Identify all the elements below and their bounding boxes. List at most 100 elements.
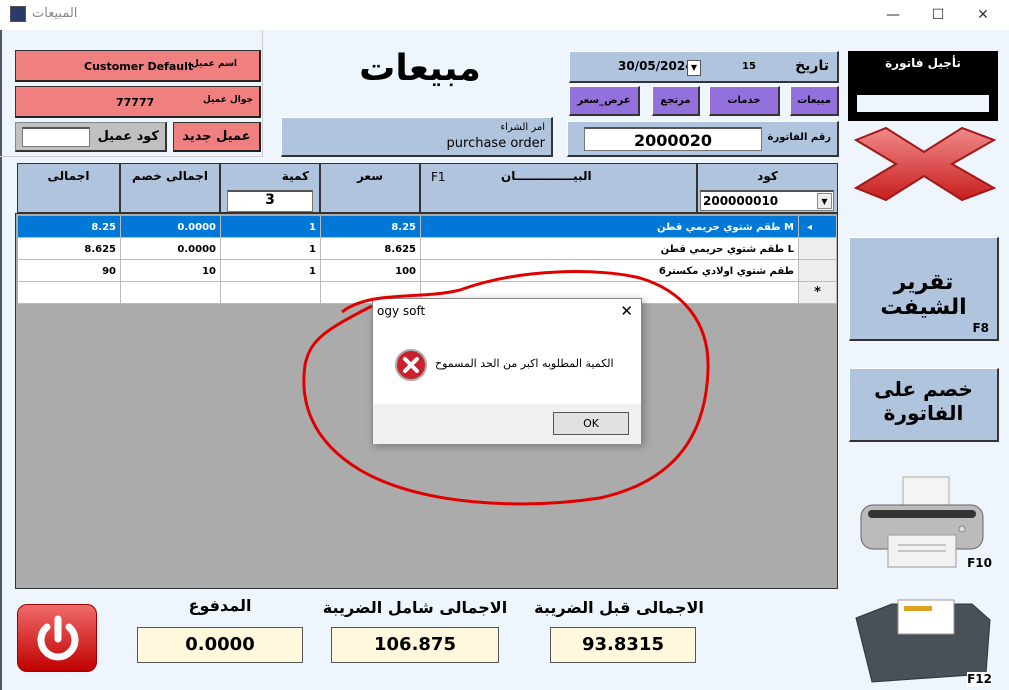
date-value[interactable]: 30/05/2024 <box>618 59 694 73</box>
cell-price: 8.625 <box>321 238 421 260</box>
customer-code-label: كود عميل <box>97 129 159 144</box>
cell-qty: 1 <box>221 238 321 260</box>
type-services-button[interactable]: خدمات <box>709 86 780 116</box>
cell-price: 100 <box>321 260 421 282</box>
window-title: المبيعات <box>32 6 78 21</box>
customer-phone-field[interactable]: جوال عميل 77777 <box>15 86 261 118</box>
paid-value: 0.0000 <box>137 627 303 663</box>
dialog-close-button[interactable]: ✕ <box>620 302 633 320</box>
date-label: تاريخ <box>795 58 829 74</box>
column-header-description: F1 البيــــــــــــــان <box>420 163 697 213</box>
invoice-number-input[interactable]: 2000020 <box>584 127 762 151</box>
shift-report-key: F8 <box>972 321 989 335</box>
defer-invoice-label: تأجيل فاتورة <box>885 56 961 70</box>
app-icon <box>10 6 26 22</box>
column-header-price: سعر <box>320 163 420 213</box>
column-f1-label: F1 <box>431 170 446 184</box>
code-dropdown-icon[interactable]: ▼ <box>817 193 832 209</box>
type-sales-button[interactable]: مبيعات <box>790 86 839 116</box>
cell-description: طقم شتوي اولادي مكستر6 <box>421 260 799 282</box>
cell-description: طقم شتوي حريمي قطن M <box>421 216 799 238</box>
invoice-number-label: رقم الفاتورة <box>767 132 831 143</box>
paid-label: المدفوع <box>188 596 252 615</box>
row-selector[interactable] <box>799 238 837 260</box>
print-key: F10 <box>967 556 992 570</box>
row-selector-icon[interactable]: ◂ <box>799 216 837 238</box>
cell-total <box>18 282 121 304</box>
window-border <box>0 30 2 690</box>
customer-code-panel: كود عميل <box>15 122 167 152</box>
column-header-qty: كمية 3 <box>220 163 320 213</box>
cell-qty: 1 <box>221 260 321 282</box>
divider <box>262 30 263 157</box>
type-quote-button[interactable]: عرض_سعر <box>569 86 640 116</box>
receipt-print-button[interactable]: F12 <box>852 598 1000 686</box>
total-with-tax-value: 106.875 <box>331 627 499 663</box>
maximize-button[interactable]: ☐ <box>915 0 961 30</box>
cell-discount: 0.0000 <box>121 238 221 260</box>
dialog-ok-button[interactable]: OK <box>553 412 629 435</box>
cell-discount <box>121 282 221 304</box>
page-title: مبيعات <box>359 48 481 89</box>
cell-qty <box>221 282 321 304</box>
cell-discount: 10 <box>121 260 221 282</box>
purchase-order-field[interactable]: امر الشراء purchase order <box>281 117 553 157</box>
dialog-title: ogy soft <box>377 304 426 318</box>
cell-discount: 0.0000 <box>121 216 221 238</box>
table-row[interactable]: 90 10 1 100 طقم شتوي اولادي مكستر6 <box>18 260 837 282</box>
code-combobox-value: 200000010 <box>703 194 779 208</box>
new-row-marker-icon[interactable]: * <box>799 282 837 304</box>
defer-invoice-panel[interactable]: تأجيل فاتورة <box>848 51 998 121</box>
table-row[interactable]: 8.625 0.0000 1 8.625 طقم شتوي حريمي قطن … <box>18 238 837 260</box>
column-header-discount: اجمالى خصم <box>120 163 220 213</box>
defer-invoice-input[interactable] <box>857 95 989 112</box>
type-return-button[interactable]: مرتجع <box>652 86 700 116</box>
print-button[interactable]: F10 <box>858 475 992 570</box>
date-dropdown-icon[interactable]: ▼ <box>687 60 701 76</box>
customer-phone-value: 77777 <box>116 96 155 109</box>
column-code-label: كود <box>757 169 778 183</box>
cell-price: 8.25 <box>321 216 421 238</box>
close-button[interactable]: ✕ <box>960 0 1006 30</box>
minimize-button[interactable]: — <box>870 0 916 30</box>
column-qty-label: كمية <box>281 169 309 183</box>
error-dialog: ogy soft ✕ الكمية المطلوبه اكبر من الحد … <box>372 298 642 444</box>
customer-name-label: اسم عميل <box>190 59 237 69</box>
exit-button[interactable] <box>17 604 97 672</box>
cancel-x-icon[interactable] <box>848 126 1000 202</box>
divider <box>0 156 262 157</box>
title-bar: المبيعات — ☐ ✕ <box>0 0 1009 30</box>
purchase-order-label-ar: امر الشراء <box>500 122 545 133</box>
shift-report-label: تقرير الشيفت <box>880 270 967 320</box>
customer-name-value: Customer Default <box>84 60 194 73</box>
error-icon <box>395 349 427 381</box>
power-icon <box>37 615 79 661</box>
total-before-tax-value: 93.8315 <box>550 627 696 663</box>
receipt-key: F12 <box>967 672 992 686</box>
customer-code-input[interactable] <box>22 127 90 147</box>
customer-name-field[interactable]: اسم عميل Customer Default <box>15 50 261 82</box>
purchase-order-label-en: purchase order <box>446 136 545 151</box>
table-row[interactable]: 8.25 0.0000 1 8.25 طقم شتوي حريمي قطن M … <box>18 216 837 238</box>
date-number: 15 <box>742 61 756 72</box>
shift-report-button[interactable]: تقرير الشيفت F8 <box>849 237 999 341</box>
invoice-number-panel: 2000020 رقم الفاتورة <box>567 121 839 157</box>
cell-total: 90 <box>18 260 121 282</box>
cell-description: طقم شتوي حريمي قطن L <box>421 238 799 260</box>
code-combobox[interactable]: 200000010 ▼ <box>700 190 834 211</box>
cell-qty: 1 <box>221 216 321 238</box>
date-panel: 30/05/2024 ▼ 15 تاريخ <box>569 51 839 83</box>
column-header-code: كود 200000010 ▼ <box>697 163 838 213</box>
invoice-discount-button[interactable]: خصم على الفاتورة <box>849 368 999 442</box>
total-with-tax-label: الاجمالى شامل الضريبة <box>322 598 508 617</box>
total-before-tax-label: الاجمالى قبل الضريبة <box>534 598 704 617</box>
dialog-message: الكمية المطلوبه اكبر من الحد المسموح <box>435 357 614 370</box>
qty-input[interactable]: 3 <box>227 190 313 212</box>
column-header-total: اجمالى <box>17 163 120 213</box>
customer-phone-label: جوال عميل <box>202 95 253 105</box>
cell-total: 8.625 <box>18 238 121 260</box>
column-description-label: البيــــــــــــــان <box>501 169 592 183</box>
new-customer-button[interactable]: عميل جديد <box>173 122 261 152</box>
cell-total: 8.25 <box>18 216 121 238</box>
row-selector[interactable] <box>799 260 837 282</box>
